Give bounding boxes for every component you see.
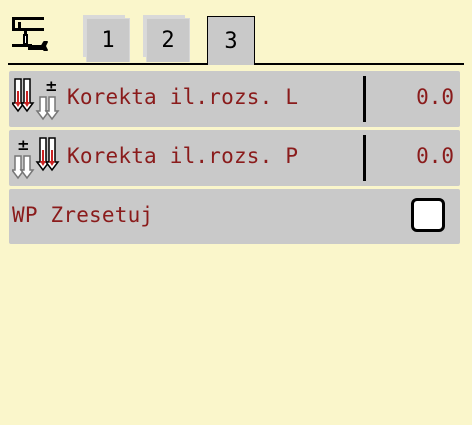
correction-right-value[interactable]: 0.0	[416, 144, 454, 168]
tab-2[interactable]: 2	[146, 18, 190, 62]
svg-text:±: ±	[17, 136, 30, 154]
correction-left-value[interactable]: 0.0	[416, 85, 454, 109]
correction-right-label: Korekta il.rozs. P	[67, 144, 299, 168]
correction-right-row[interactable]: ± Korekta il.rozs. P 0.0	[9, 130, 460, 186]
correction-left-label: Korekta il.rozs. L	[67, 85, 299, 109]
wp-reset-row[interactable]: WP Zresetuj	[9, 189, 460, 244]
wp-reset-label: WP Zresetuj	[12, 203, 154, 227]
tab-2-label: 2	[161, 28, 175, 53]
spread-correction-right-icon: ±	[10, 136, 66, 182]
tab-1-label: 1	[101, 28, 115, 53]
wp-reset-checkbox[interactable]	[411, 198, 445, 232]
tab-3-label: 3	[224, 28, 238, 54]
row-separator	[363, 135, 366, 181]
row-separator	[363, 76, 366, 122]
tab-3[interactable]: 3	[207, 16, 255, 65]
tab-1[interactable]: 1	[86, 18, 130, 62]
correction-left-row[interactable]: ± Korekta il.rozs. L 0.0	[9, 71, 460, 127]
tools-settings-icon[interactable]	[10, 14, 50, 58]
svg-text:±: ±	[45, 77, 58, 95]
spread-correction-left-icon: ±	[10, 77, 66, 123]
